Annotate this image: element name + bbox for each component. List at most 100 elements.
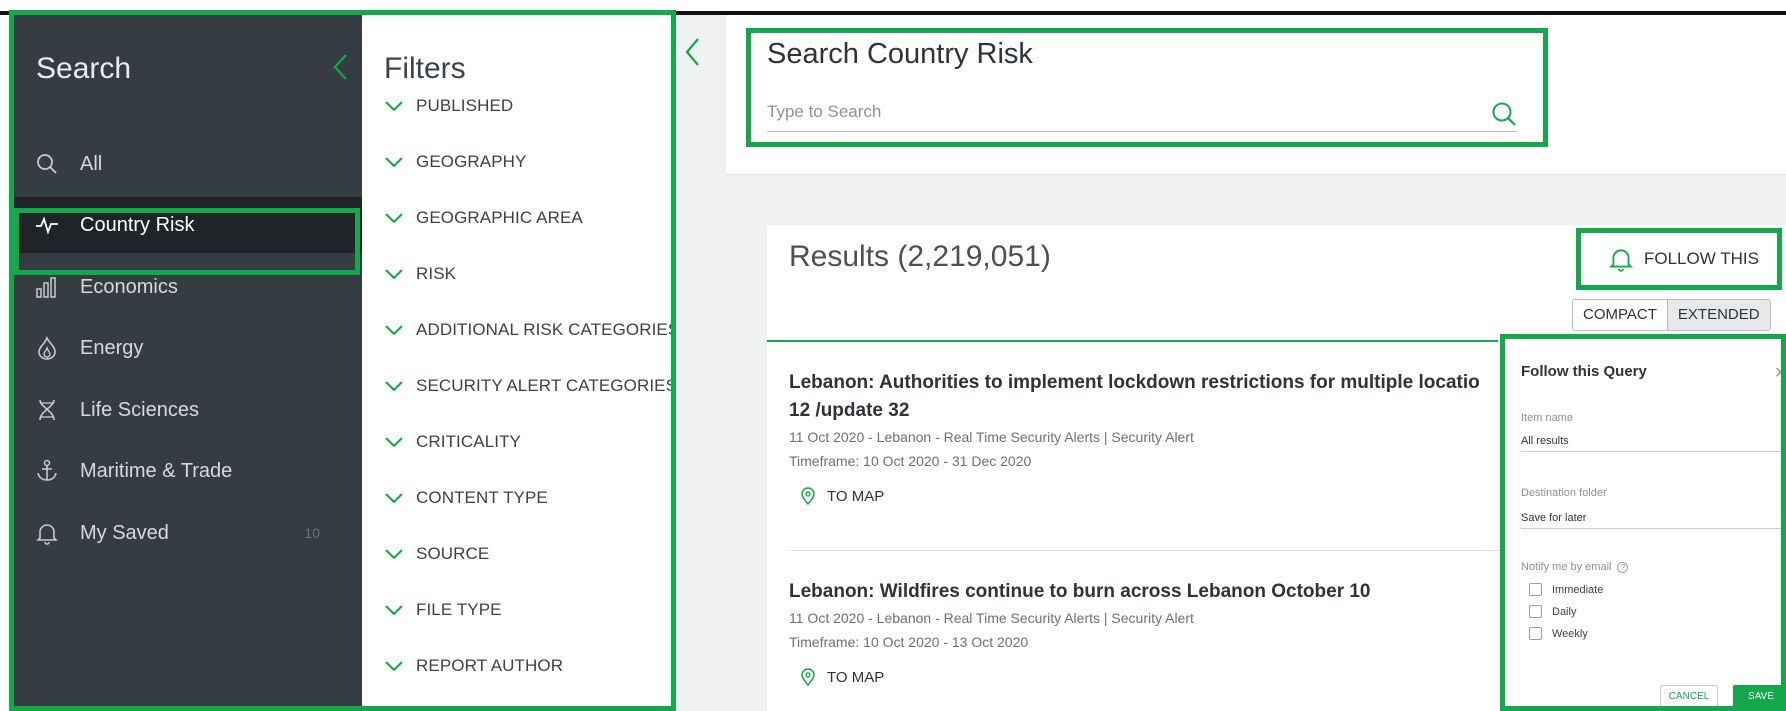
filter-label: CONTENT TYPE <box>416 488 548 507</box>
notify-weekly-checkbox[interactable]: Weekly <box>1529 627 1588 640</box>
sidebar-item-economics[interactable]: Economics <box>10 259 362 315</box>
filter-row[interactable]: SECURITY ALERT CATEGORIES <box>384 376 677 396</box>
bar-chart-icon <box>32 272 62 302</box>
sidebar-item-maritime-trade[interactable]: Maritime & Trade <box>10 443 362 499</box>
chevron-down-icon <box>385 213 403 224</box>
filter-row[interactable]: GEOGRAPHY <box>384 152 526 172</box>
chevron-down-icon <box>1780 515 1786 521</box>
item-name-label: Item name <box>1521 412 1573 424</box>
flame-icon <box>32 333 62 363</box>
collapse-sidebar-icon[interactable] <box>332 52 350 82</box>
map-pin-icon <box>801 668 815 686</box>
to-map-label: TO MAP <box>827 487 885 505</box>
cancel-button[interactable]: CANCEL <box>1660 685 1718 709</box>
filter-row[interactable]: RISK <box>384 264 456 284</box>
to-map-button[interactable]: TO MAP <box>801 487 1509 505</box>
view-toggle: COMPACT EXTENDED <box>1572 299 1771 331</box>
result-timeframe: Timeframe: 10 Oct 2020 - 13 Oct 2020 <box>789 634 1029 650</box>
filter-label: ADDITIONAL RISK CATEGORIES <box>416 320 680 339</box>
extended-view-button[interactable]: EXTENDED <box>1666 300 1770 330</box>
results-title: Results (2,219,051) <box>789 240 1051 273</box>
result-item: Lebanon: Wildfires continue to burn acro… <box>789 578 1509 686</box>
filter-label: CRITICALITY <box>416 432 522 451</box>
chevron-down-icon <box>385 269 403 280</box>
filter-label: SECURITY ALERT CATEGORIES <box>416 376 678 395</box>
chevron-down-icon <box>385 381 403 392</box>
chevron-down-icon <box>385 661 403 672</box>
filter-row[interactable]: PUBLISHED <box>384 96 513 116</box>
chevron-down-icon <box>385 605 403 616</box>
filter-label: GEOGRAPHIC AREA <box>416 208 583 227</box>
notify-email-text: Notify me by email <box>1521 561 1612 573</box>
filter-row[interactable]: CRITICALITY <box>384 432 521 452</box>
filter-row[interactable]: SOURCE <box>384 544 489 564</box>
result-item: Lebanon: Authorities to implement lockdo… <box>789 369 1509 505</box>
chevron-down-icon <box>385 101 403 112</box>
sidebar-item-label: All <box>80 152 103 175</box>
sidebar-item-energy[interactable]: Energy <box>10 320 362 376</box>
collapse-filters-icon[interactable] <box>684 36 702 68</box>
search-input[interactable] <box>767 92 1517 132</box>
follow-this-button[interactable]: FOLLOW THIS <box>1588 237 1766 281</box>
filter-label: SOURCE <box>416 544 490 563</box>
chevron-down-icon <box>385 157 403 168</box>
sidebar-title: Search <box>36 52 132 85</box>
notify-email-label: Notify me by email? <box>1521 561 1629 573</box>
anchor-icon <box>32 456 62 486</box>
result-meta: 11 Oct 2020 - Lebanon - Real Time Securi… <box>789 610 1194 626</box>
chevron-down-icon <box>385 325 403 336</box>
search-sidebar: Search All Country Risk Economics Energy… <box>10 14 362 711</box>
checkbox-box <box>1529 583 1542 596</box>
notify-daily-checkbox[interactable]: Daily <box>1529 605 1576 618</box>
bell-icon <box>32 518 62 548</box>
saved-count-badge: 10 <box>304 525 320 541</box>
destination-folder-select[interactable]: Save for later <box>1521 507 1786 529</box>
to-map-button[interactable]: TO MAP <box>801 668 1509 686</box>
sidebar-item-label: Life Sciences <box>80 398 199 421</box>
help-icon[interactable]: ? <box>1617 561 1629 573</box>
sidebar-item-country-risk[interactable]: Country Risk <box>10 197 362 253</box>
sidebar-item-label: My Saved <box>80 521 169 544</box>
filter-row[interactable]: REPORT AUTHOR <box>384 656 563 676</box>
sidebar-item-all[interactable]: All <box>10 136 362 192</box>
sidebar-item-my-saved[interactable]: My Saved 10 <box>10 505 362 561</box>
result-title-link[interactable]: Lebanon: Authorities to implement lockdo… <box>789 369 1509 397</box>
chevron-down-icon <box>385 549 403 560</box>
checkbox-label: Daily <box>1552 605 1577 618</box>
filter-row[interactable]: ADDITIONAL RISK CATEGORIES <box>384 320 679 340</box>
close-icon[interactable]: ✕ <box>1774 363 1786 377</box>
search-icon[interactable] <box>1490 100 1518 128</box>
result-title-continued[interactable]: 12 /update 32 <box>789 397 1509 425</box>
dna-icon <box>32 395 62 425</box>
sidebar-item-label: Energy <box>80 336 144 359</box>
filter-row[interactable]: GEOGRAPHIC AREA <box>384 208 583 228</box>
filter-label: PUBLISHED <box>416 96 514 115</box>
result-timeframe: Timeframe: 10 Oct 2020 - 31 Dec 2020 <box>789 453 1032 469</box>
checkbox-box <box>1529 627 1542 640</box>
to-map-label: TO MAP <box>827 668 885 686</box>
sidebar-item-label: Maritime & Trade <box>80 459 233 482</box>
filter-label: REPORT AUTHOR <box>416 656 564 675</box>
result-separator <box>789 550 1499 551</box>
item-name-field[interactable] <box>1521 430 1786 452</box>
chevron-down-icon <box>385 493 403 504</box>
follow-this-label: FOLLOW THIS <box>1644 249 1759 268</box>
sidebar-item-label: Economics <box>80 275 178 298</box>
filter-label: GEOGRAPHY <box>416 152 527 171</box>
filter-row[interactable]: FILE TYPE <box>384 600 502 620</box>
filter-row[interactable]: CONTENT TYPE <box>384 488 548 508</box>
popup-title: Follow this Query <box>1521 363 1647 380</box>
save-button[interactable]: SAVE <box>1733 685 1786 709</box>
map-pin-icon <box>801 487 815 505</box>
page-title: Search Country Risk <box>767 38 1033 70</box>
chevron-down-icon <box>385 437 403 448</box>
result-title-link[interactable]: Lebanon: Wildfires continue to burn acro… <box>789 578 1509 606</box>
sidebar-item-life-sciences[interactable]: Life Sciences <box>10 382 362 438</box>
compact-view-button[interactable]: COMPACT <box>1573 300 1667 330</box>
sidebar-item-label: Country Risk <box>80 213 195 236</box>
notify-immediate-checkbox[interactable]: Immediate <box>1529 583 1603 596</box>
destination-folder-label: Destination folder <box>1521 487 1607 499</box>
bell-icon <box>1609 249 1633 272</box>
filters-title: Filters <box>384 52 466 85</box>
result-meta: 11 Oct 2020 - Lebanon - Real Time Securi… <box>789 429 1194 445</box>
